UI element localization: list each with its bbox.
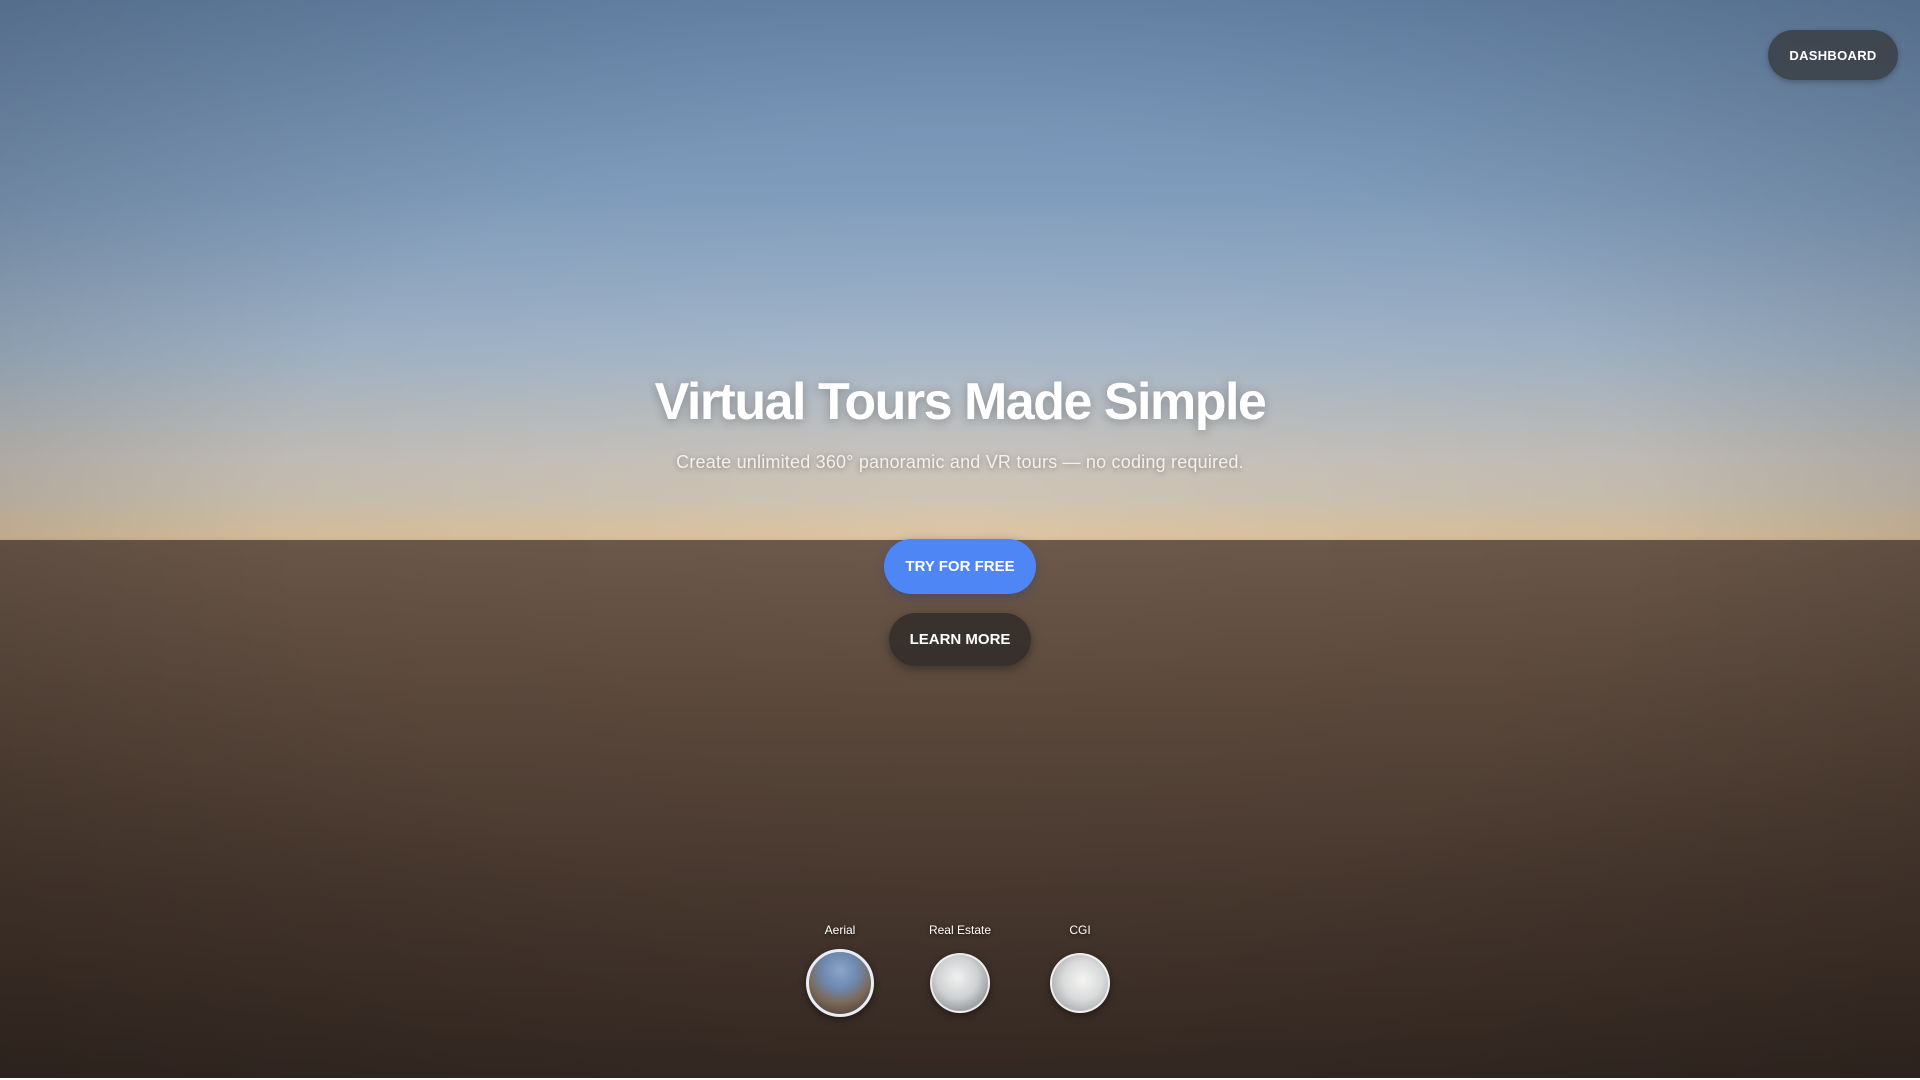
hero-subtitle: Create unlimited 360° panoramic and VR t… (676, 452, 1244, 472)
tour-option-cgi[interactable]: CGI (1020, 923, 1140, 1013)
tour-option-label: CGI (1069, 923, 1091, 937)
tour-option-aerial[interactable]: Aerial (780, 923, 900, 1017)
learn-more-button[interactable]: LEARN MORE (889, 613, 1031, 666)
hero-title: Virtual Tours Made Simple (654, 373, 1267, 431)
tour-option-real-estate[interactable]: Real Estate (900, 923, 1020, 1013)
try-for-free-button[interactable]: TRY FOR FREE (884, 539, 1036, 594)
landing-page: DASHBOARD Virtual Tours Made Simple Crea… (0, 0, 1920, 1080)
cgi-thumbnail[interactable] (1050, 953, 1110, 1013)
hero: Virtual Tours Made Simple Create unlimit… (0, 372, 1920, 473)
aerial-thumbnail[interactable] (806, 949, 874, 1017)
real-estate-thumbnail[interactable] (930, 953, 990, 1013)
dashboard-button[interactable]: DASHBOARD (1768, 30, 1898, 80)
tour-option-label: Real Estate (928, 923, 992, 937)
tour-option-label: Aerial (824, 923, 856, 937)
